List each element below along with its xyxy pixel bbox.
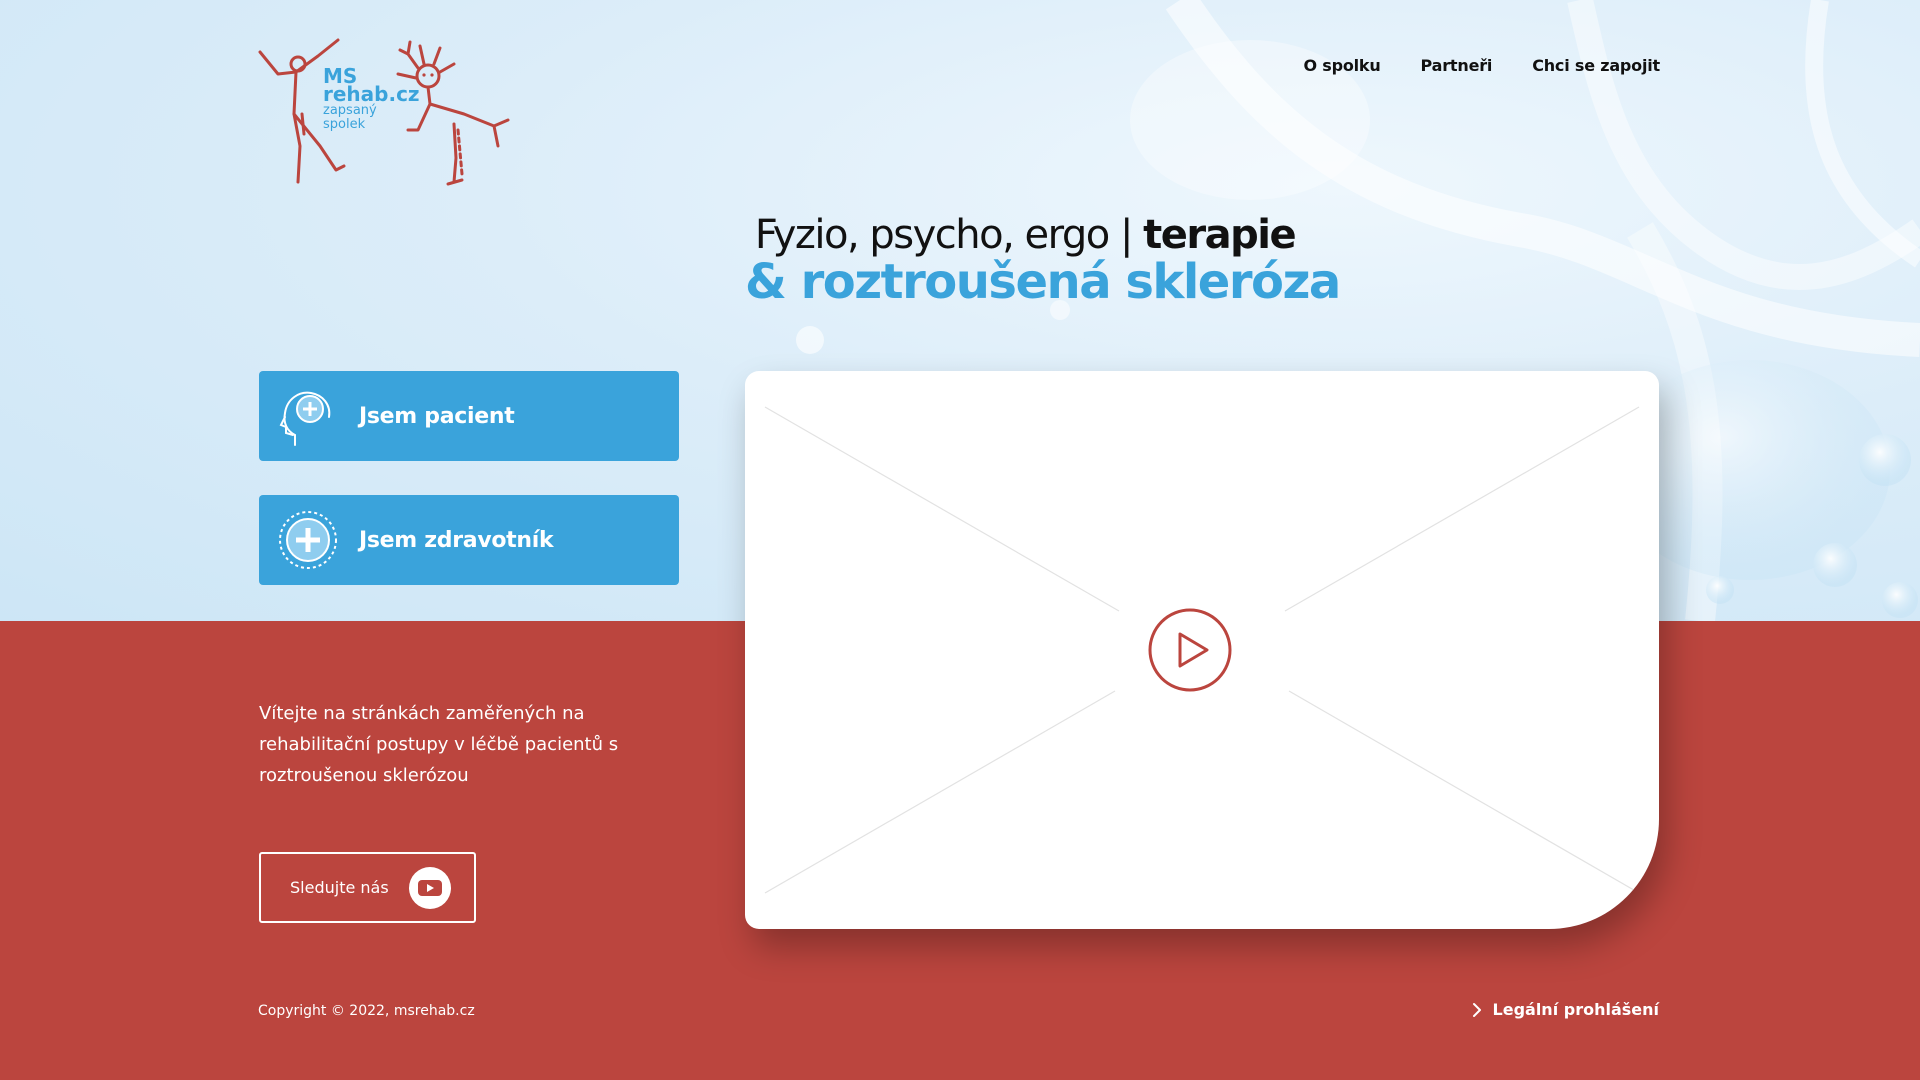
head-plus-icon <box>279 391 331 446</box>
welcome-text: Vítejte na stránkách zaměřených na rehab… <box>259 703 619 786</box>
main-nav: O spolku Partneři Chci se zapojit <box>1303 56 1660 75</box>
legal-link[interactable]: Legální prohlášení <box>1471 1000 1659 1019</box>
youtube-icon <box>408 866 451 909</box>
headline-regular: Fyzio, psycho, ergo | <box>754 212 1144 258</box>
play-icon[interactable] <box>1147 607 1233 693</box>
page-headline: Fyzio, psycho, ergo | terapie & roztrouš… <box>745 212 1341 310</box>
legal-link-label: Legální prohlášení <box>1492 1000 1659 1019</box>
nav-item-chci-se-zapojit[interactable]: Chci se zapojit <box>1532 56 1660 75</box>
headline-bold: terapie <box>1143 212 1296 258</box>
logo-sub1: zapsaný <box>323 103 377 118</box>
logo-text: MS rehab.cz zapsaný spolek <box>323 66 420 131</box>
headline-line1: Fyzio, psycho, ergo | terapie <box>745 212 1305 258</box>
medical-cross-icon <box>279 511 337 569</box>
copyright-text: Copyright © 2022, msrehab.cz <box>258 1003 475 1019</box>
headline-line2: & roztroušená skleróza <box>745 254 1341 310</box>
logo-sub2: spolek <box>323 116 366 132</box>
patient-button-label: Jsem pacient <box>359 403 515 429</box>
professional-button[interactable]: Jsem zdravotník <box>259 495 679 585</box>
logo-rehab: rehab.cz <box>323 82 420 106</box>
nav-item-partneri[interactable]: Partneři <box>1421 56 1493 75</box>
video-player[interactable] <box>745 371 1659 929</box>
follow-us-button[interactable]: Sledujte nás <box>259 852 476 923</box>
professional-button-label: Jsem zdravotník <box>359 527 554 553</box>
patient-button[interactable]: Jsem pacient <box>259 371 679 461</box>
nav-item-o-spolku[interactable]: O spolku <box>1303 56 1380 75</box>
follow-us-label: Sledujte nás <box>290 878 389 897</box>
chevron-right-icon <box>1472 1002 1481 1017</box>
